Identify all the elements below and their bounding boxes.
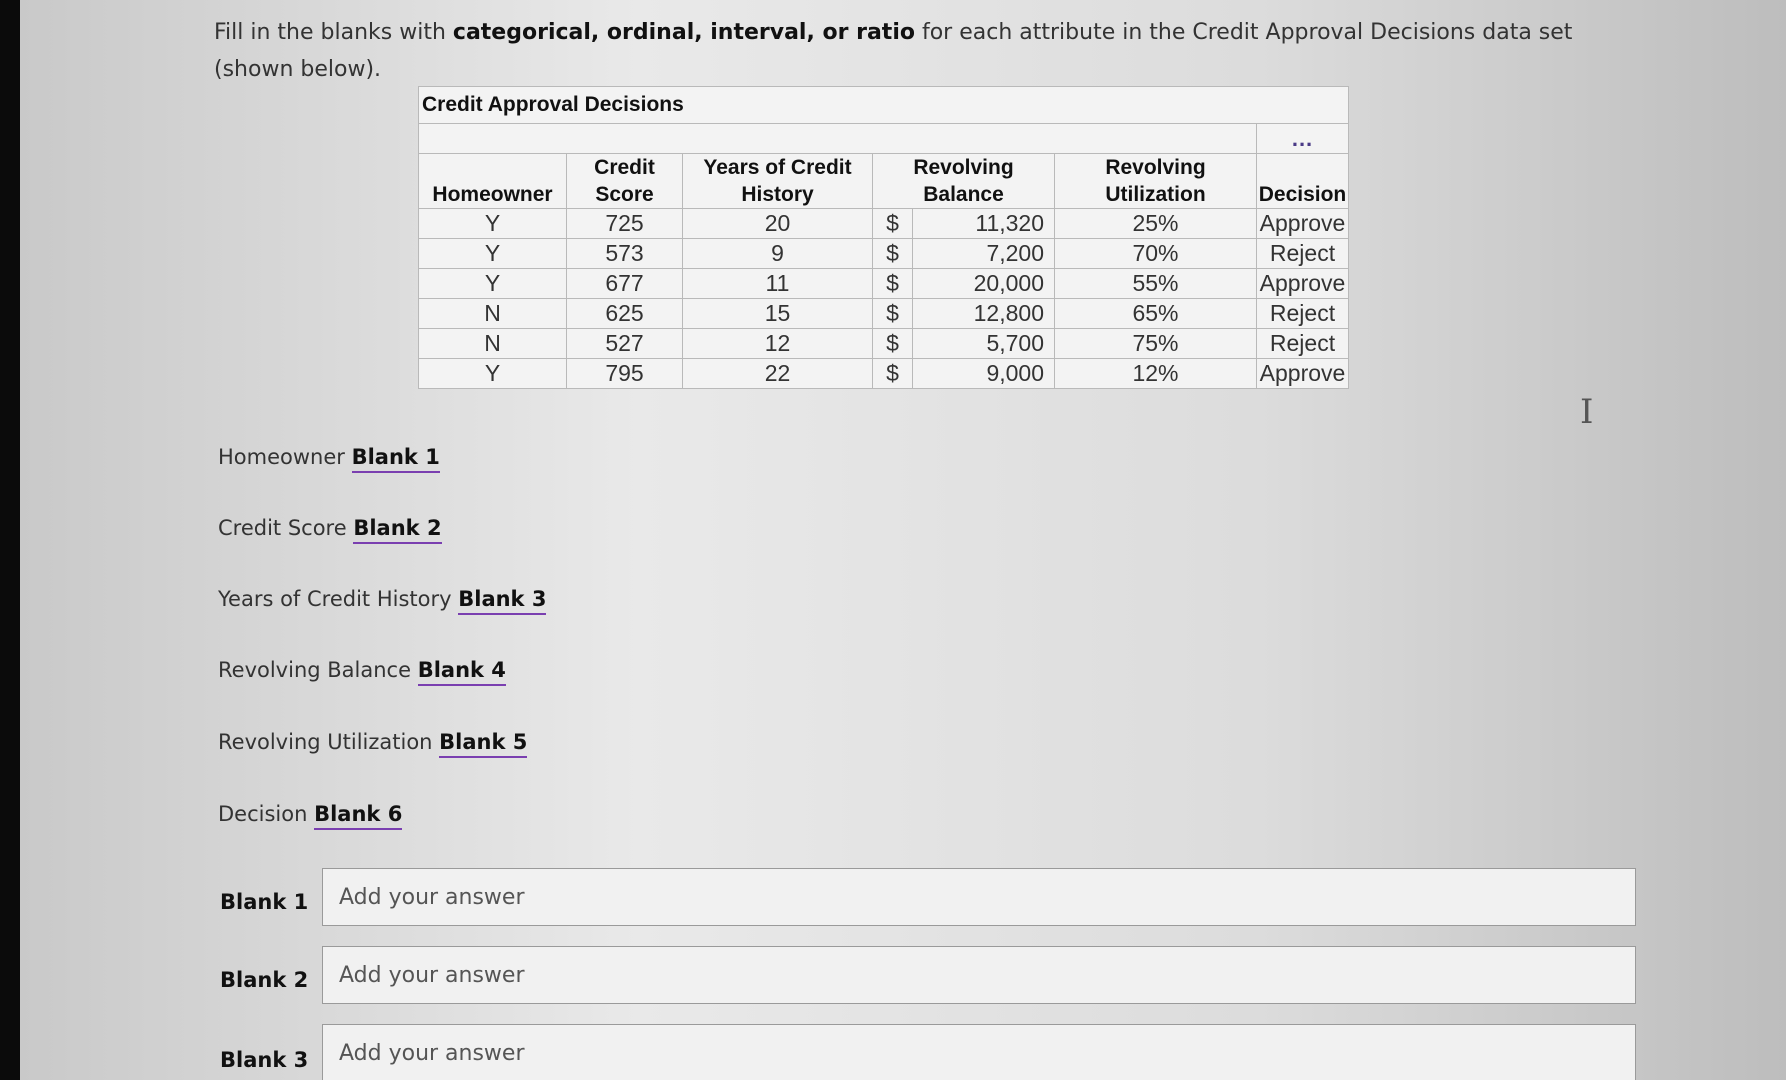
header-balance-line2: Balance — [923, 183, 1004, 206]
cell-revolving-balance: 20,000 — [912, 268, 1055, 299]
cell-revolving-utilization: 25% — [1054, 208, 1257, 239]
table-title: Credit Approval Decisions — [418, 86, 1349, 124]
attribute-label: Revolving Balance — [218, 658, 412, 682]
cell-revolving-balance: 9,000 — [912, 358, 1055, 389]
cell-decision: Reject — [1256, 328, 1349, 359]
header-balance-line1: Revolving — [913, 156, 1014, 179]
cell-decision: Approve — [1256, 208, 1349, 239]
table-spacer — [418, 123, 1257, 154]
answer-label-blank-1: Blank 1 — [220, 890, 309, 914]
cell-homeowner: N — [418, 298, 567, 329]
cell-revolving-utilization: 70% — [1054, 238, 1257, 269]
cell-years-credit-history: 9 — [682, 238, 873, 269]
cell-currency-symbol: $ — [872, 268, 913, 299]
blank-marker: Blank 6 — [314, 802, 403, 830]
cell-currency-symbol: $ — [872, 328, 913, 359]
prompt-bold-terms: categorical, ordinal, interval, or ratio — [452, 20, 915, 45]
cell-years-credit-history: 22 — [682, 358, 873, 389]
cell-currency-symbol: $ — [872, 238, 913, 269]
cell-decision: Approve — [1256, 268, 1349, 299]
attribute-homeowner: Homeowner Blank 1 — [218, 445, 440, 473]
attribute-revolving-balance: Revolving Balance Blank 4 — [218, 658, 506, 686]
cell-homeowner: Y — [418, 208, 567, 239]
text-cursor-icon: I — [1580, 392, 1594, 432]
cell-years-credit-history: 15 — [682, 298, 873, 329]
cell-credit-score: 527 — [566, 328, 683, 359]
cell-credit-score: 725 — [566, 208, 683, 239]
header-decision: Decision — [1256, 153, 1349, 209]
attribute-label: Decision — [218, 802, 308, 826]
cell-revolving-balance: 12,800 — [912, 298, 1055, 329]
cell-years-credit-history: 12 — [682, 328, 873, 359]
header-years-credit-history: Years of Credit History — [682, 153, 873, 209]
table-row: N 527 12 $5,700 75% Reject — [418, 328, 1349, 359]
header-util-line2: Utilization — [1105, 183, 1206, 206]
header-util-line1: Revolving — [1105, 156, 1206, 179]
cell-decision: Approve — [1256, 358, 1349, 389]
table-body: Y 725 20 $11,320 25% Approve Y 573 9 $7,200 70% Rej… — [418, 208, 1349, 389]
attribute-label: Years of Credit History — [218, 587, 452, 611]
screen: Fill in the blanks with categorical, ord… — [20, 0, 1786, 1080]
attribute-label: Credit Score — [218, 516, 347, 540]
cell-years-credit-history: 20 — [682, 208, 873, 239]
cell-years-credit-history: 11 — [682, 268, 873, 299]
table-row: Y 677 11 $20,000 55% Approve — [418, 268, 1349, 299]
cell-homeowner: Y — [418, 358, 567, 389]
attribute-decision: Decision Blank 6 — [218, 802, 403, 830]
cell-homeowner: Y — [418, 238, 567, 269]
cell-currency-symbol: $ — [872, 298, 913, 329]
attribute-credit-score: Credit Score Blank 2 — [218, 516, 442, 544]
header-years-line2: History — [741, 183, 814, 206]
cell-revolving-balance: 7,200 — [912, 238, 1055, 269]
answer-label-blank-3: Blank 3 — [220, 1048, 309, 1072]
table-row: N 625 15 $12,800 65% Reject — [418, 298, 1349, 329]
header-credit-score: Credit Score — [566, 153, 683, 209]
cell-credit-score: 677 — [566, 268, 683, 299]
header-homeowner: Homeowner — [418, 153, 567, 209]
attribute-revolving-utilization: Revolving Utilization Blank 5 — [218, 730, 528, 758]
header-years-line1: Years of Credit — [703, 156, 852, 179]
cell-revolving-balance: 11,320 — [912, 208, 1055, 239]
cell-revolving-utilization: 65% — [1054, 298, 1257, 329]
cell-homeowner: Y — [418, 268, 567, 299]
table-row: Y 725 20 $11,320 25% Approve — [418, 208, 1349, 239]
prompt-text-1: Fill in the blanks with — [214, 20, 453, 45]
cell-decision: Reject — [1256, 298, 1349, 329]
header-revolving-balance: Revolving Balance — [872, 153, 1055, 209]
header-revolving-utilization: Revolving Utilization — [1054, 153, 1257, 209]
attribute-years-credit-history: Years of Credit History Blank 3 — [218, 587, 547, 615]
cell-revolving-balance: 5,700 — [912, 328, 1055, 359]
answer-input-blank-1[interactable] — [322, 868, 1636, 926]
cell-revolving-utilization: 75% — [1054, 328, 1257, 359]
cell-currency-symbol: $ — [872, 358, 913, 389]
answer-input-blank-2[interactable] — [322, 946, 1636, 1004]
cell-credit-score: 795 — [566, 358, 683, 389]
more-options-icon[interactable]: ... — [1256, 123, 1349, 154]
blank-marker: Blank 4 — [417, 658, 506, 686]
answer-input-blank-3[interactable] — [322, 1024, 1636, 1080]
table-row: Y 795 22 $9,000 12% Approve — [418, 358, 1349, 389]
cell-revolving-utilization: 55% — [1054, 268, 1257, 299]
blank-marker: Blank 1 — [351, 445, 440, 473]
cell-currency-symbol: $ — [872, 208, 913, 239]
attribute-label: Revolving Utilization — [218, 730, 433, 754]
blank-marker: Blank 2 — [353, 516, 442, 544]
table-row: Y 573 9 $7,200 70% Reject — [418, 238, 1349, 269]
blank-marker: Blank 5 — [439, 730, 528, 758]
cell-homeowner: N — [418, 328, 567, 359]
cell-credit-score: 625 — [566, 298, 683, 329]
attribute-label: Homeowner — [218, 445, 345, 469]
answer-label-blank-2: Blank 2 — [220, 968, 309, 992]
credit-approval-table: Credit Approval Decisions ... Homeowner … — [418, 86, 1349, 389]
cell-revolving-utilization: 12% — [1054, 358, 1257, 389]
blank-marker: Blank 3 — [458, 587, 547, 615]
cell-decision: Reject — [1256, 238, 1349, 269]
cell-credit-score: 573 — [566, 238, 683, 269]
question-prompt: Fill in the blanks with categorical, ord… — [214, 14, 1634, 88]
